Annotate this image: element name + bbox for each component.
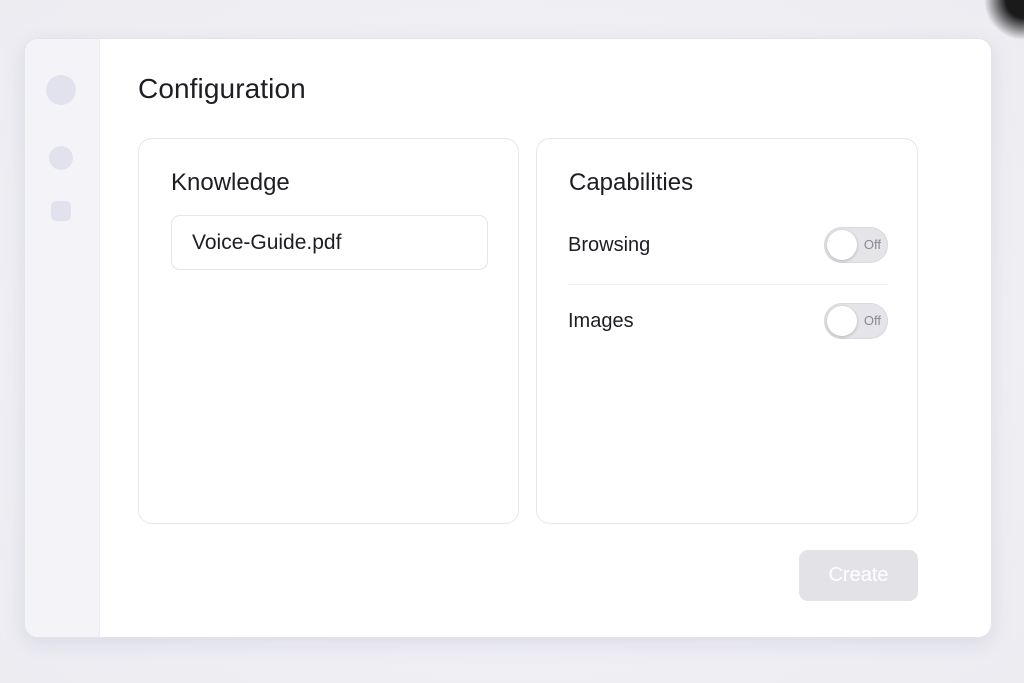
knowledge-file-item[interactable]: Voice-Guide.pdf <box>171 215 488 270</box>
configuration-window: Configuration Knowledge Voice-Guide.pdf … <box>24 38 992 638</box>
capability-row-browsing: Browsing Off <box>568 225 888 265</box>
images-toggle[interactable]: Off <box>824 303 888 339</box>
knowledge-title: Knowledge <box>171 169 290 196</box>
toggle-state-label: Off <box>863 313 881 328</box>
browsing-toggle[interactable]: Off <box>824 227 888 263</box>
toggle-state-label: Off <box>863 237 881 252</box>
knowledge-card: Knowledge Voice-Guide.pdf <box>138 138 519 524</box>
knowledge-file-name: Voice-Guide.pdf <box>192 230 342 254</box>
rail-square-icon[interactable] <box>51 201 71 221</box>
capability-divider <box>568 284 888 285</box>
rail-nav-icon[interactable] <box>49 146 73 170</box>
rail-avatar-placeholder[interactable] <box>46 75 76 105</box>
toggle-knob <box>827 230 857 260</box>
create-button[interactable]: Create <box>799 550 918 601</box>
capabilities-card: Capabilities Browsing Off Images Off <box>536 138 918 524</box>
capabilities-title: Capabilities <box>569 169 694 196</box>
capability-label-browsing: Browsing <box>568 233 651 256</box>
page-title: Configuration <box>138 73 306 104</box>
left-rail <box>25 39 100 637</box>
toggle-knob <box>827 306 857 336</box>
capability-label-images: Images <box>568 309 634 332</box>
corner-shadow <box>984 0 1024 40</box>
capability-row-images: Images Off <box>568 301 888 341</box>
